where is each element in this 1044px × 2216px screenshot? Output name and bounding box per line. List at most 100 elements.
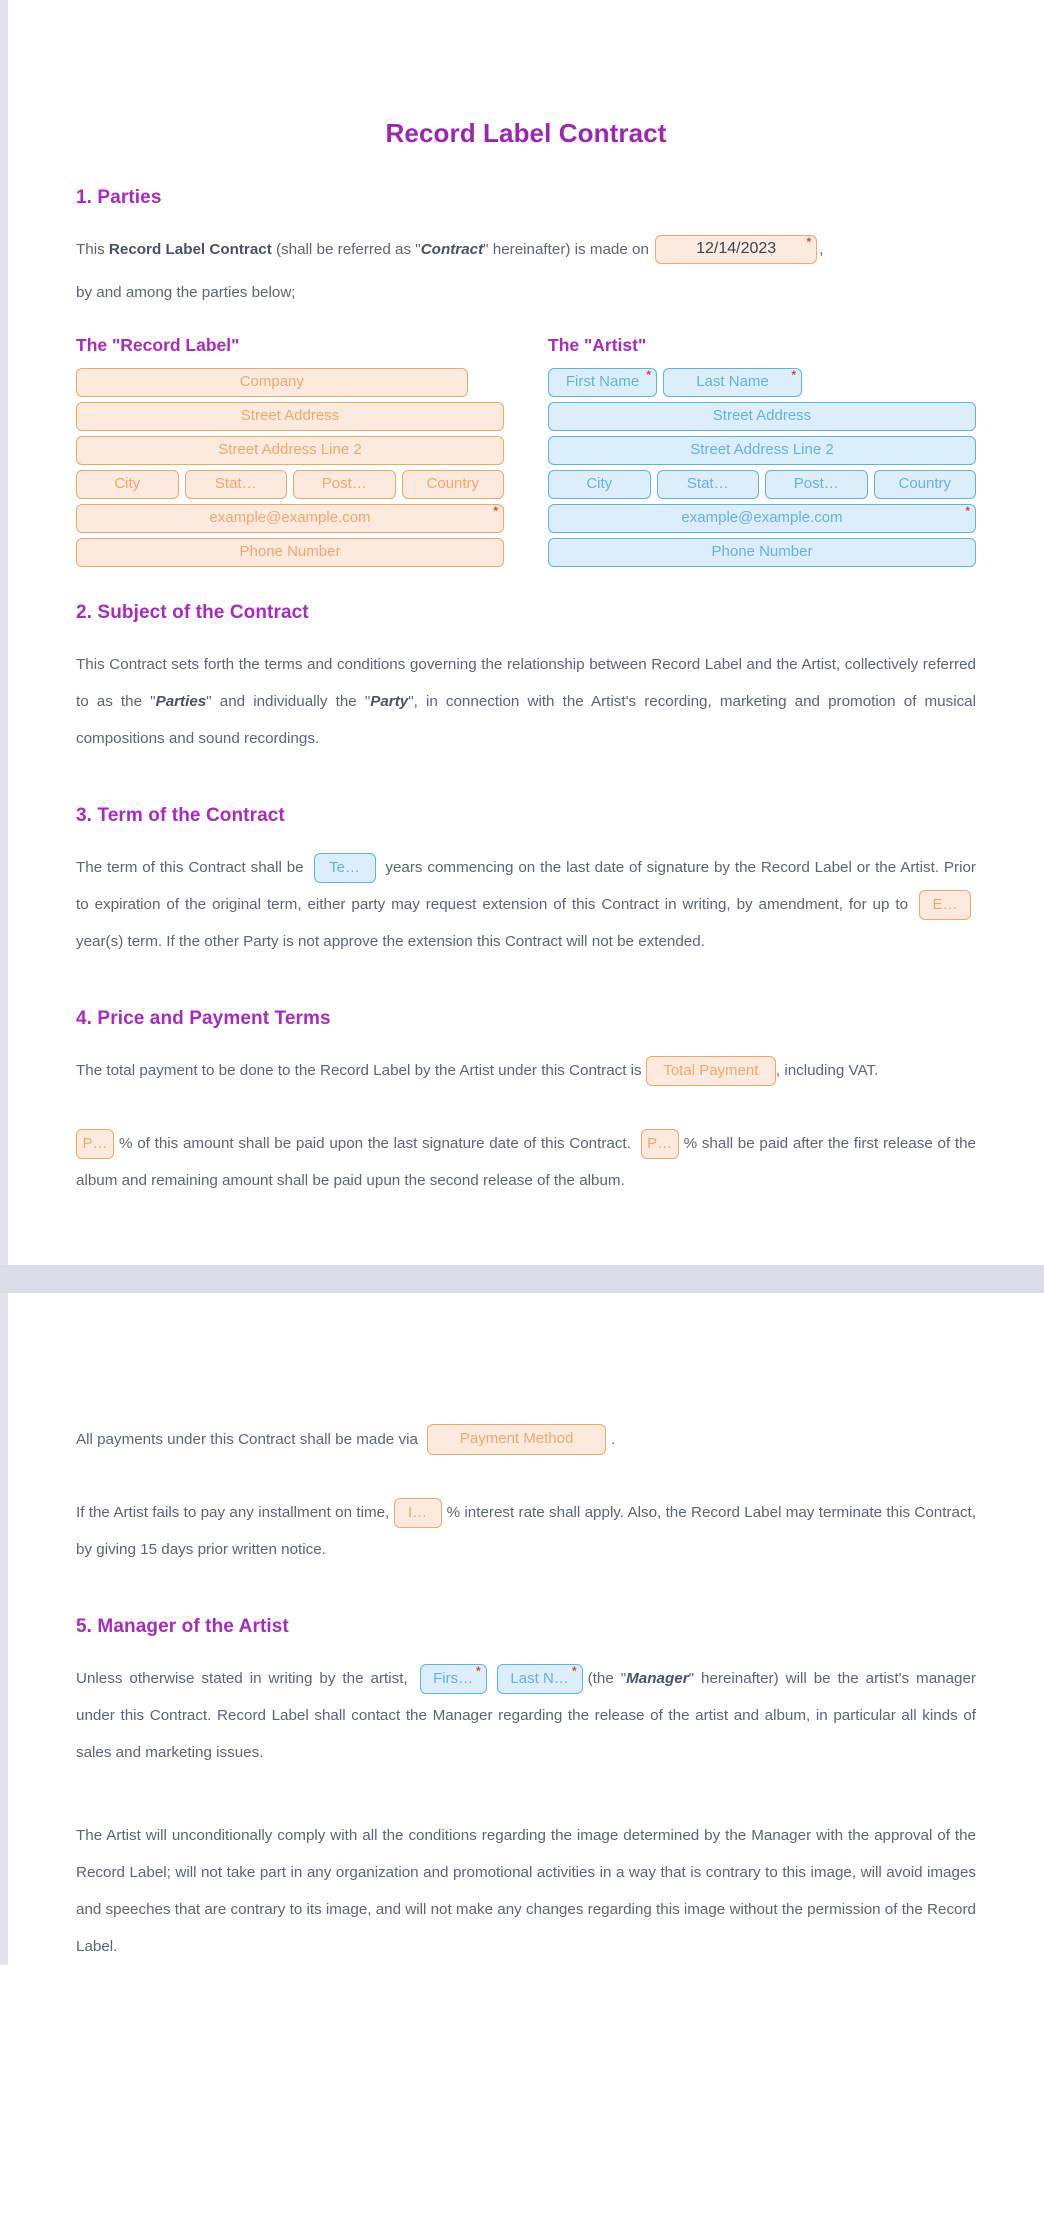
contract-date-value: 12/14/2023 — [696, 240, 777, 258]
artist-last-name-placeholder: Last Name — [696, 373, 769, 390]
section-heading-parties: 1. Parties — [76, 187, 162, 208]
required-asterisk: * — [806, 235, 812, 250]
artist-last-name-input[interactable]: Last Name * — [663, 368, 802, 397]
payment-split-paragraph: P… % of this amount shall be paid upon th… — [76, 1125, 976, 1199]
record-label-street2-placeholder: Street Address Line 2 — [218, 441, 362, 458]
payment-method-placeholder: Payment Method — [459, 1430, 574, 1448]
artist-name-row: First Name * Last Name * — [548, 368, 976, 397]
artist-street2-row: Street Address Line 2 — [548, 436, 976, 465]
artist-phone-input[interactable]: Phone Number — [548, 538, 976, 567]
subject-paragraph: This Contract sets forth the terms and c… — [76, 646, 976, 757]
document-viewport: Record Label Contract 1. Parties This Re… — [0, 0, 1044, 1965]
record-label-email-placeholder: example@example.com — [209, 509, 371, 526]
manager-image-paragraph: The Artist will unconditionally comply w… — [76, 1827, 976, 1955]
artist-phone-row: Phone Number — [548, 538, 976, 567]
interest-rate-input[interactable]: I… — [393, 1497, 442, 1528]
payment-method-paragraph: All payments under this Contract shall b… — [76, 1421, 976, 1458]
artist-street2-placeholder: Street Address Line 2 — [690, 441, 834, 458]
term-years-input[interactable]: Te… — [313, 852, 376, 883]
intro-contract-bold: Record Label Contract — [108, 241, 272, 258]
record-label-postal-placeholder: Post… — [321, 475, 367, 492]
term-years-placeholder: Te… — [329, 858, 360, 876]
subject-text-b: " and individually the " — [206, 693, 371, 710]
artist-street2-input[interactable]: Street Address Line 2 — [548, 436, 976, 465]
record-label-country-placeholder: Country — [426, 475, 480, 492]
payment-method-input[interactable]: Payment Method — [427, 1424, 607, 1456]
total-payment-paragraph: The total payment to be done to the Reco… — [76, 1052, 976, 1089]
intro-text-c: " hereinafter) is made on — [483, 241, 654, 258]
manager-bold: Manager — [626, 1670, 689, 1687]
record-label-city-row: City Stat… Post… Country — [76, 470, 504, 499]
artist-state-placeholder: Stat… — [686, 475, 729, 492]
artist-first-name-input[interactable]: First Name * — [548, 368, 657, 397]
artist-column: The "Artist" First Name * Last Name * Stre… — [548, 335, 976, 572]
parties-columns: The "Record Label" Company Street Addres… — [76, 335, 976, 572]
record-label-state-placeholder: Stat… — [214, 475, 257, 492]
record-label-company-row: Company — [76, 368, 504, 397]
term-paragraph: The term of this Contract shall be Te… y… — [76, 849, 976, 960]
record-label-company-input[interactable]: Company — [76, 368, 468, 397]
record-label-email-input[interactable]: example@example.com * — [76, 504, 504, 533]
required-asterisk: * — [791, 368, 796, 382]
manager-last-name-input[interactable]: Last N… * — [496, 1663, 583, 1694]
page-title: Record Label Contract — [385, 118, 667, 148]
payment-via-text-b: . — [611, 1431, 616, 1448]
artist-street-row: Street Address — [548, 402, 976, 431]
artist-first-name-placeholder: First Name — [565, 373, 640, 390]
manager-first-name-input[interactable]: Firs… * — [419, 1663, 487, 1694]
record-label-city-input[interactable]: City — [76, 470, 179, 499]
artist-email-row: example@example.com * — [548, 504, 976, 533]
artist-city-placeholder: City — [586, 475, 613, 492]
record-label-postal-input[interactable]: Post… — [293, 470, 396, 499]
record-label-country-input[interactable]: Country — [401, 470, 504, 499]
manager-text-b: (the " — [587, 1670, 627, 1687]
percent-first-placeholder: P… — [82, 1134, 108, 1152]
artist-city-row: City Stat… Post… Country — [548, 470, 976, 499]
interest-rate-placeholder: I… — [408, 1503, 428, 1521]
manager-text-a: Unless otherwise stated in writing by th… — [76, 1670, 415, 1687]
interest-text-a: If the Artist fails to pay any installme… — [76, 1504, 394, 1521]
total-payment-text-b: , including VAT. — [775, 1062, 879, 1079]
artist-street-input[interactable]: Street Address — [548, 402, 976, 431]
intro-text-b: (shall be referred as " — [271, 241, 421, 258]
artist-postal-placeholder: Post… — [793, 475, 839, 492]
record-label-company-placeholder: Company — [239, 373, 304, 390]
required-asterisk: * — [646, 368, 651, 382]
artist-city-input[interactable]: City — [548, 470, 651, 499]
intro-contract-italic: Contract — [420, 241, 484, 258]
required-asterisk: * — [493, 504, 498, 518]
record-label-phone-input[interactable]: Phone Number — [76, 538, 504, 567]
artist-street-placeholder: Street Address — [712, 407, 812, 424]
record-label-street-input[interactable]: Street Address — [76, 402, 504, 431]
manager-paragraph: Unless otherwise stated in writing by th… — [76, 1660, 976, 1771]
artist-country-placeholder: Country — [898, 475, 952, 492]
parties-intro-paragraph: This Record Label Contract (shall be ref… — [76, 231, 976, 268]
total-payment-text-a: The total payment to be done to the Reco… — [76, 1062, 642, 1079]
section-heading-price: 4. Price and Payment Terms — [76, 1008, 331, 1029]
percent-first-input[interactable]: P… — [76, 1128, 114, 1159]
record-label-street-row: Street Address — [76, 402, 504, 431]
interest-paragraph: If the Artist fails to pay any installme… — [76, 1494, 976, 1568]
record-label-state-input[interactable]: Stat… — [184, 470, 287, 499]
artist-postal-input[interactable]: Post… — [765, 470, 868, 499]
section-heading-manager: 5. Manager of the Artist — [76, 1616, 289, 1637]
required-asterisk: * — [965, 504, 970, 518]
artist-country-input[interactable]: Country — [873, 470, 976, 499]
contract-date-field[interactable]: 12/14/2023 * — [655, 235, 818, 265]
total-payment-input[interactable]: Total Payment — [645, 1055, 776, 1086]
parties-intro-line2: by and among the parties below; — [76, 284, 296, 301]
extension-years-input[interactable]: E… — [919, 889, 971, 920]
artist-email-input[interactable]: example@example.com * — [548, 504, 976, 533]
required-asterisk: * — [475, 1663, 481, 1678]
artist-state-input[interactable]: Stat… — [656, 470, 759, 499]
percent-second-input[interactable]: P… — [640, 1128, 679, 1159]
record-label-street2-input[interactable]: Street Address Line 2 — [76, 436, 504, 465]
term-text-a: The term of this Contract shall be — [76, 859, 309, 876]
payment-via-text-a: All payments under this Contract shall b… — [76, 1431, 423, 1448]
section-heading-subject: 2. Subject of the Contract — [76, 602, 309, 623]
record-label-street-placeholder: Street Address — [240, 407, 340, 424]
record-label-city-placeholder: City — [114, 475, 141, 492]
record-label-column: The "Record Label" Company Street Addres… — [76, 335, 504, 572]
required-asterisk: * — [571, 1663, 577, 1678]
subject-parties-bold: Parties — [155, 693, 207, 710]
